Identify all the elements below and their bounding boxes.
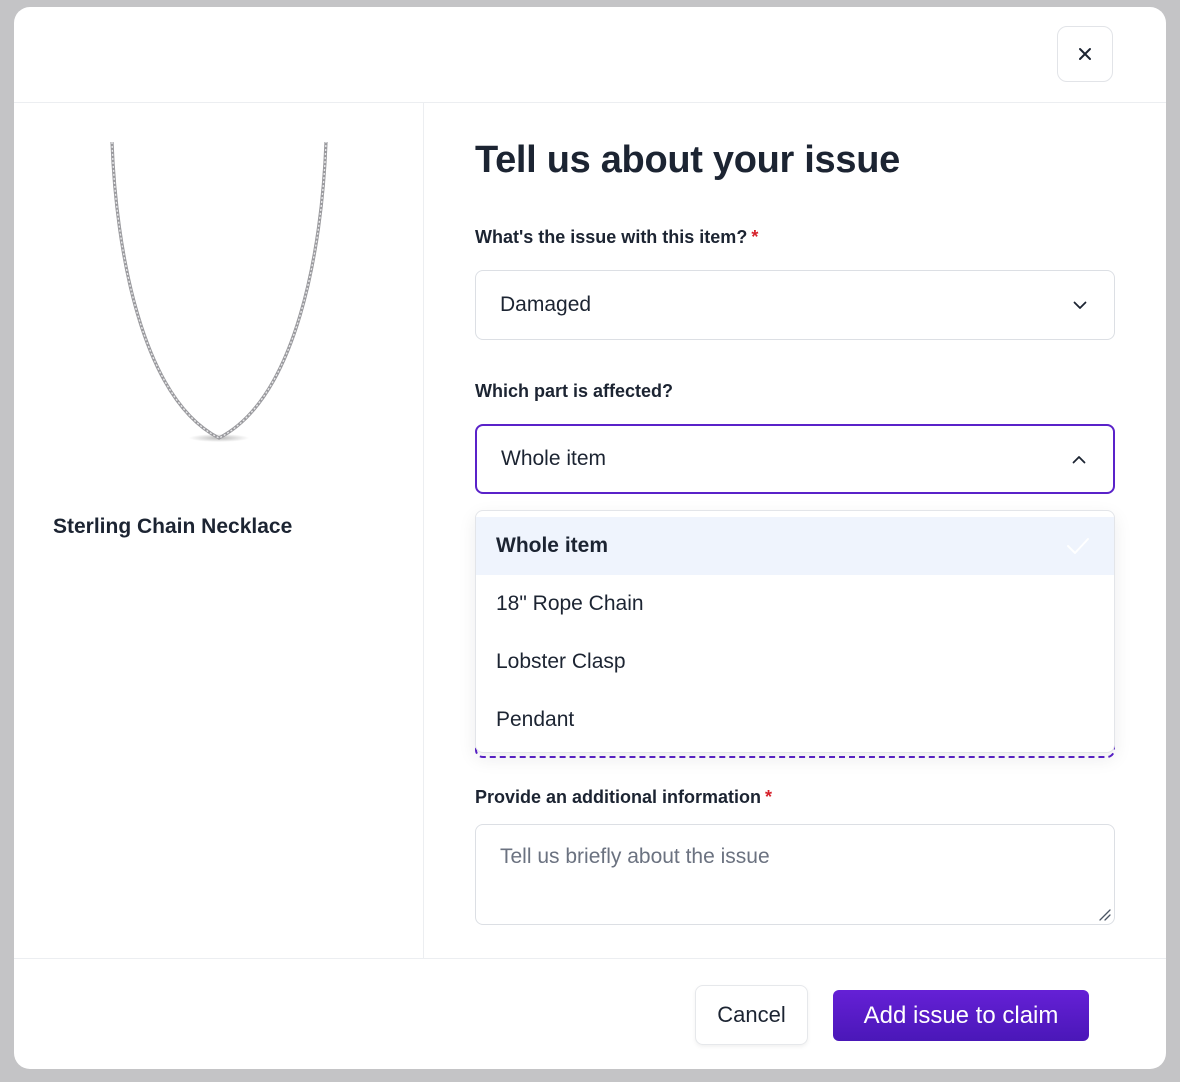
dropdown-option-label: Whole item bbox=[496, 534, 609, 557]
modal-footer: Cancel Add issue to claim bbox=[14, 958, 1166, 1069]
form-title: Tell us about your issue bbox=[475, 139, 900, 181]
part-select-value: Whole item bbox=[501, 447, 607, 470]
dropdown-option-whole-item[interactable]: Whole item bbox=[476, 517, 1114, 575]
info-field-label: Provide an additional information * bbox=[475, 787, 772, 808]
issue-field-label-text: What's the issue with this item? bbox=[475, 227, 748, 247]
issue-modal: Sterling Chain Necklace Tell us about yo… bbox=[14, 7, 1166, 1069]
part-select[interactable]: Whole item bbox=[475, 424, 1115, 494]
dropdown-option-lobster-clasp[interactable]: Lobster Clasp bbox=[476, 633, 1114, 691]
issue-field-label: What's the issue with this item? * bbox=[475, 227, 758, 248]
product-name: Sterling Chain Necklace bbox=[53, 515, 293, 538]
dropdown-option-label: Pendant bbox=[496, 708, 575, 731]
modal-header bbox=[14, 7, 1166, 103]
part-dropdown-menu: Whole item 18" Rope Chain Lobster Clasp … bbox=[475, 510, 1115, 753]
chevron-up-icon bbox=[1071, 451, 1087, 467]
additional-info-textarea[interactable]: Tell us briefly about the issue bbox=[475, 824, 1115, 925]
check-icon bbox=[1067, 538, 1089, 554]
chevron-down-icon bbox=[1072, 297, 1088, 313]
resize-grip-icon[interactable] bbox=[1097, 907, 1111, 921]
issue-select[interactable]: Damaged bbox=[475, 270, 1115, 340]
close-button[interactable] bbox=[1057, 26, 1113, 82]
add-issue-button[interactable]: Add issue to claim bbox=[833, 990, 1089, 1041]
part-field-label-text: Which part is affected? bbox=[475, 381, 674, 401]
issue-select-value: Damaged bbox=[500, 293, 592, 316]
info-field-label-text: Provide an additional information bbox=[475, 787, 762, 807]
dropdown-option-rope-chain[interactable]: 18" Rope Chain bbox=[476, 575, 1114, 633]
textarea-placeholder: Tell us briefly about the issue bbox=[500, 845, 770, 868]
dropdown-option-label: 18" Rope Chain bbox=[496, 592, 644, 615]
dropdown-option-label: Lobster Clasp bbox=[496, 650, 626, 673]
close-icon bbox=[1079, 48, 1091, 60]
required-mark: * bbox=[765, 787, 773, 807]
dropdown-option-pendant[interactable]: Pendant bbox=[476, 691, 1114, 749]
necklace-image bbox=[110, 141, 328, 442]
part-field-label: Which part is affected? bbox=[475, 381, 673, 402]
required-mark: * bbox=[751, 227, 759, 247]
issue-form: Tell us about your issue What's the issu… bbox=[424, 103, 1166, 958]
product-panel: Sterling Chain Necklace bbox=[14, 103, 424, 958]
cancel-button[interactable]: Cancel bbox=[695, 985, 808, 1045]
